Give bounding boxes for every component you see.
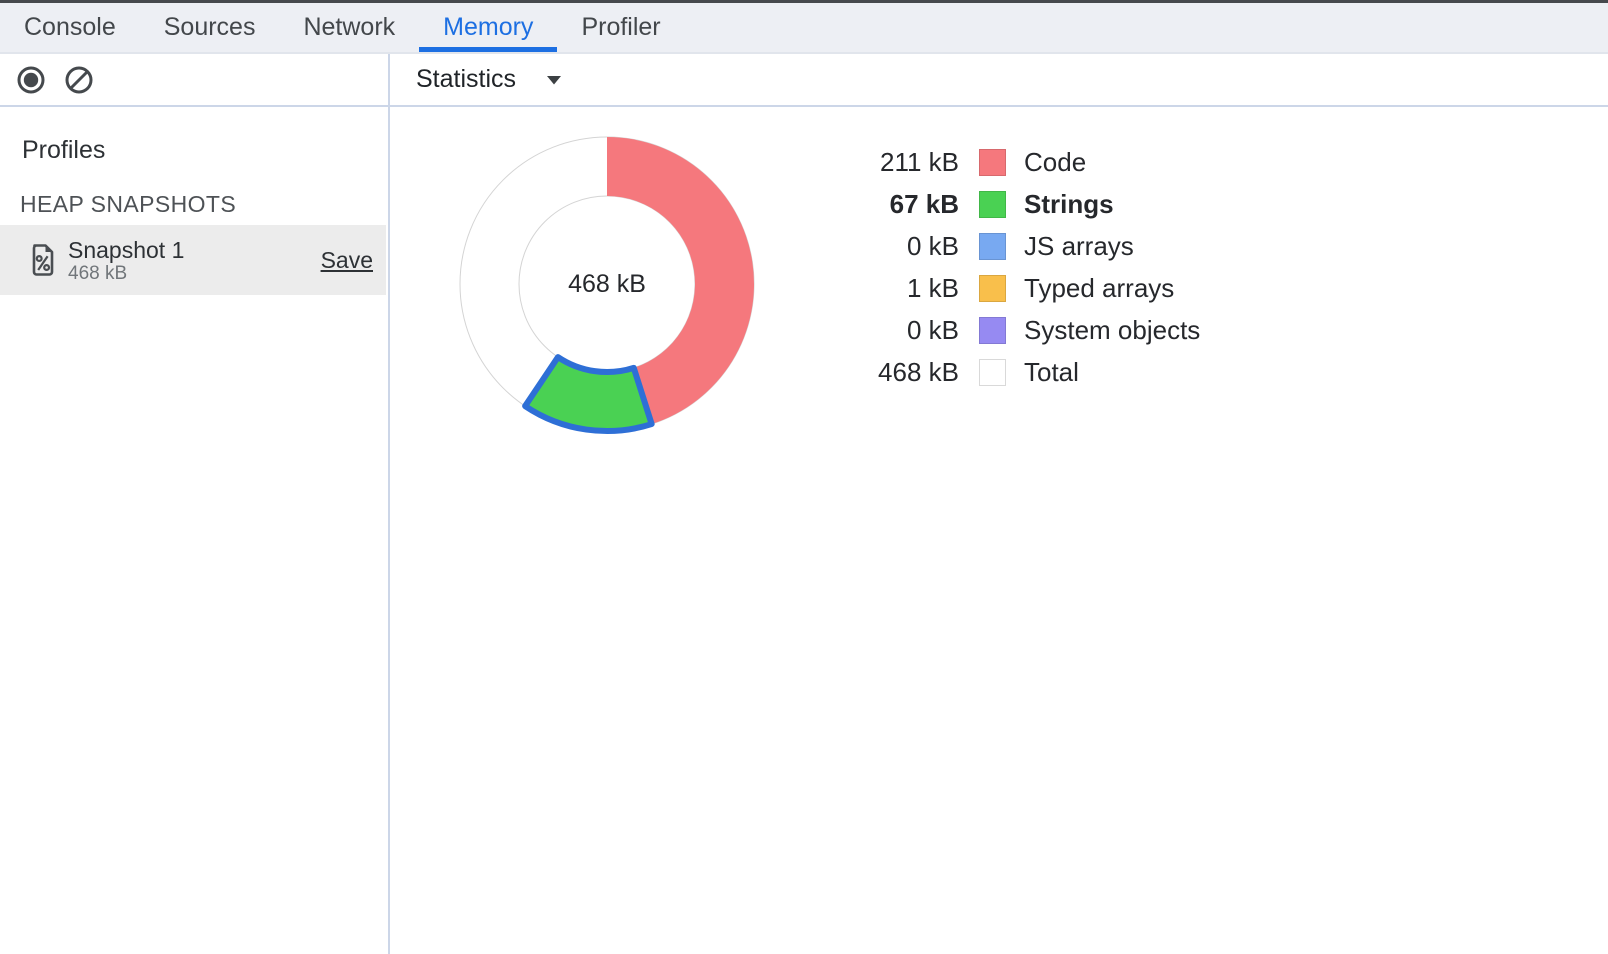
- memory-toolbar: Statistics: [0, 54, 1608, 107]
- legend-value: 211 kB: [779, 147, 959, 178]
- legend-row-code[interactable]: 211 kB Code: [779, 141, 1200, 183]
- legend-swatch-icon: [979, 359, 1006, 386]
- legend-row-js-arrays[interactable]: 0 kB JS arrays: [779, 225, 1200, 267]
- donut-outline-circle: [519, 196, 695, 372]
- tab-sources[interactable]: Sources: [140, 3, 280, 52]
- legend-row-total: 468 kB Total: [779, 351, 1200, 393]
- tab-profiler[interactable]: Profiler: [557, 3, 684, 52]
- devtools-tabbar: ConsoleSourcesNetworkMemoryProfiler: [0, 3, 1608, 54]
- perspective-select-label: Statistics: [416, 65, 516, 94]
- snapshot-name: Snapshot 1: [68, 237, 184, 263]
- donut-slice-strings[interactable]: [525, 357, 652, 431]
- snapshot-text: Snapshot 1 468 kB: [68, 237, 184, 284]
- legend-label: Typed arrays: [1024, 273, 1174, 304]
- snapshot-list: Snapshot 1 468 kB Save: [0, 225, 386, 295]
- tab-memory[interactable]: Memory: [419, 3, 557, 52]
- tab-console[interactable]: Console: [0, 3, 140, 52]
- legend-label: Strings: [1024, 189, 1114, 220]
- legend-value: 0 kB: [779, 231, 959, 262]
- heap-snapshots-section-header: HEAP SNAPSHOTS: [20, 191, 236, 217]
- legend-swatch-icon: [979, 149, 1006, 176]
- clear-profiles-button[interactable]: [64, 65, 94, 95]
- legend-swatch-icon: [979, 233, 1006, 260]
- tab-network[interactable]: Network: [279, 3, 419, 52]
- profiles-label: Profiles: [22, 136, 105, 165]
- legend-row-system-objects[interactable]: 0 kB System objects: [779, 309, 1200, 351]
- snapshot-row[interactable]: Snapshot 1 468 kB Save: [0, 225, 386, 295]
- legend-label: JS arrays: [1024, 231, 1134, 262]
- statistics-view: 468 kB 211 kB Code67 kB Strings0 kB JS a…: [392, 109, 1608, 954]
- save-snapshot-link[interactable]: Save: [321, 247, 373, 274]
- record-icon-dot: [24, 72, 38, 86]
- legend-label: Code: [1024, 147, 1086, 178]
- devtools-memory-panel: ConsoleSourcesNetworkMemoryProfiler Stat…: [0, 0, 1608, 954]
- heap-snapshot-file-icon: [30, 243, 56, 277]
- legend-value: 0 kB: [779, 315, 959, 346]
- donut-chart-svg: [452, 129, 762, 439]
- legend-swatch-icon: [979, 275, 1006, 302]
- clear-icon-slash: [71, 72, 87, 88]
- legend-label: System objects: [1024, 315, 1200, 346]
- legend-value: 468 kB: [779, 357, 959, 388]
- legend-row-strings[interactable]: 67 kB Strings: [779, 183, 1200, 225]
- profiles-sidebar: Profiles HEAP SNAPSHOTS Snapshot 1 468 k…: [0, 107, 390, 954]
- heap-statistics-donut-chart: 468 kB: [452, 129, 762, 439]
- toolbar-left-section: [0, 54, 390, 105]
- chart-legend: 211 kB Code67 kB Strings0 kB JS arrays1 …: [779, 141, 1200, 393]
- perspective-select[interactable]: Statistics: [416, 65, 562, 94]
- record-heap-snapshot-button[interactable]: [16, 65, 46, 95]
- legend-value: 67 kB: [779, 189, 959, 220]
- toolbar-right-section: Statistics: [390, 54, 1608, 105]
- legend-swatch-icon: [979, 191, 1006, 218]
- legend-label: Total: [1024, 357, 1079, 388]
- chevron-down-icon: [546, 75, 562, 85]
- legend-swatch-icon: [979, 317, 1006, 344]
- legend-row-typed-arrays[interactable]: 1 kB Typed arrays: [779, 267, 1200, 309]
- snapshot-size: 468 kB: [68, 263, 184, 284]
- sidebar-item-profiles[interactable]: Profiles: [0, 126, 386, 174]
- legend-value: 1 kB: [779, 273, 959, 304]
